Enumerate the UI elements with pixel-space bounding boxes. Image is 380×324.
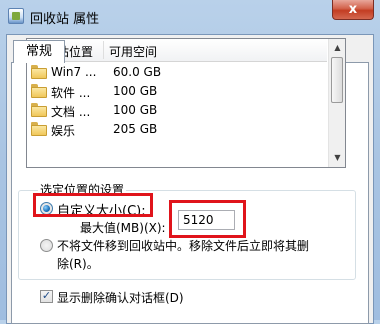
- column-header-space[interactable]: 可用空间: [109, 43, 157, 60]
- scroll-up-icon[interactable]: ▲: [330, 40, 345, 56]
- no-recycle-label[interactable]: 不将文件移到回收站中。移除文件后立即将其删: [57, 237, 309, 254]
- list-item[interactable]: 文档 ... 100 GB: [27, 101, 327, 120]
- free-space: 60.0 GB: [113, 65, 162, 79]
- list-header: 回收站位置 可用空间: [27, 39, 327, 62]
- free-space: 100 GB: [113, 103, 158, 117]
- list-item[interactable]: Win7 ... 60.0 GB: [27, 63, 327, 82]
- highlight-box-custom-size: [33, 193, 153, 217]
- confirm-delete-label[interactable]: 显示删除确认对话框(D): [57, 289, 184, 306]
- no-recycle-radio[interactable]: [40, 239, 53, 252]
- drive-icon: [31, 103, 47, 117]
- drive-icon: [31, 122, 47, 136]
- window-title: 回收站 属性: [30, 12, 100, 27]
- confirm-delete-checkbox[interactable]: ✓: [40, 290, 53, 303]
- scroll-down-icon[interactable]: ▼: [330, 150, 345, 166]
- tab-general[interactable]: 常规: [13, 40, 65, 63]
- drive-icon: [31, 84, 47, 98]
- recycle-location-list[interactable]: 回收站位置 可用空间 Win7 ... 60.0 GB 软件 ... 100 G…: [26, 38, 346, 168]
- location-name: Win7 ...: [51, 65, 97, 79]
- highlight-box-max-size: [169, 200, 246, 238]
- location-name: 文档 ...: [51, 105, 91, 119]
- title-bar[interactable]: 回收站 属性 x: [0, 0, 380, 34]
- close-icon: x: [348, 2, 358, 17]
- max-size-label: 最大值(MB)(X):: [80, 221, 166, 235]
- column-divider[interactable]: [103, 41, 104, 59]
- recycle-bin-icon: [8, 8, 24, 24]
- list-item[interactable]: 娱乐 205 GB: [27, 120, 327, 139]
- vertical-scrollbar[interactable]: ▲ ▼: [328, 39, 345, 167]
- close-button[interactable]: x: [332, 0, 374, 20]
- drive-icon: [31, 65, 47, 79]
- list-item[interactable]: 软件 ... 100 GB: [27, 82, 327, 101]
- free-space: 100 GB: [113, 84, 158, 98]
- location-name: 娱乐: [51, 124, 76, 138]
- no-recycle-label-continued[interactable]: 除(R)。: [57, 255, 99, 272]
- free-space: 205 GB: [113, 122, 158, 136]
- location-name: 软件 ...: [51, 86, 91, 100]
- scroll-thumb[interactable]: [331, 57, 343, 103]
